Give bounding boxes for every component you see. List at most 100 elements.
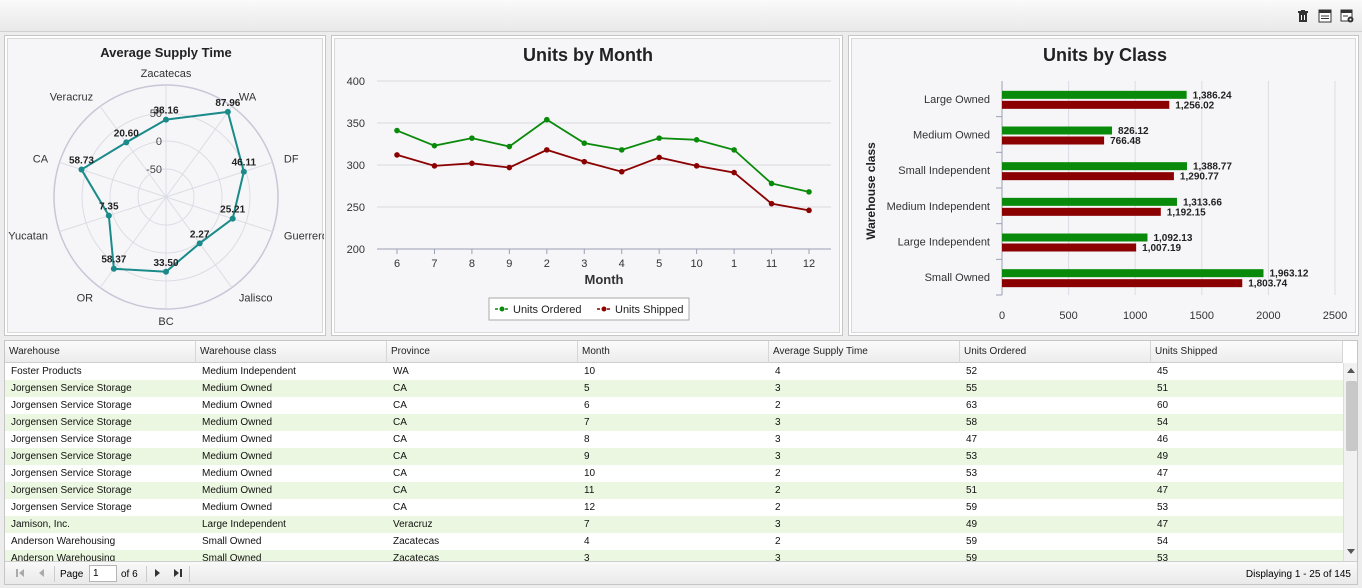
column-header[interactable]: Warehouse (5, 341, 196, 363)
page-label: Page (60, 569, 84, 580)
bar-x-tick-label: 1000 (1123, 310, 1147, 322)
column-header[interactable]: Average Supply Time (769, 341, 960, 363)
table-cell: 6 (584, 400, 590, 411)
line-point (768, 180, 775, 187)
table-cell: Jorgensen Service Storage (11, 451, 132, 462)
table-cell: Medium Owned (202, 451, 273, 462)
bar-x-tick-label: 1500 (1190, 310, 1214, 322)
table-row[interactable]: Jorgensen Service Storage Medium Owned CA 7… (5, 414, 1343, 431)
column-header[interactable]: Month (578, 341, 769, 363)
line-y-tick-label: 300 (347, 160, 365, 172)
bar-ordered (1002, 197, 1177, 206)
table-cell: Medium Independent (202, 366, 296, 377)
table-row[interactable]: Jorgensen Service Storage Medium Owned CA 1… (5, 482, 1343, 499)
line-x-tick-label: 11 (766, 258, 777, 270)
table-cell: Medium Owned (202, 468, 273, 479)
table-cell: 11 (584, 485, 595, 496)
table-cell: Zacatecas (393, 536, 440, 547)
column-header[interactable]: Units Ordered (960, 341, 1151, 363)
table-row[interactable]: Jorgensen Service Storage Medium Owned CA 6… (5, 397, 1343, 414)
page-number-input[interactable] (89, 565, 117, 582)
radar-point (123, 139, 130, 146)
line-x-tick-label: 10 (691, 258, 703, 270)
bar-ordered (1002, 90, 1187, 99)
table-row[interactable]: Jorgensen Service Storage Medium Owned CA 9… (5, 448, 1343, 465)
table-cell: Jorgensen Service Storage (11, 400, 132, 411)
bar-category-label: Small Owned (925, 272, 990, 284)
table-cell: 53 (966, 468, 978, 479)
table-cell: 53 (1157, 553, 1169, 561)
table-cell: 5 (584, 383, 590, 394)
table-cell: 49 (1157, 451, 1169, 462)
table-cell: 12 (584, 502, 596, 513)
table-row[interactable]: Jorgensen Service Storage Medium Owned CA 5… (5, 380, 1343, 397)
table-cell: 10 (584, 468, 596, 479)
first-page-icon[interactable] (15, 568, 25, 581)
table-cell: 2 (775, 468, 781, 479)
bar-data-label: 766.48 (1110, 136, 1141, 147)
table-row[interactable]: Jamison, Inc. Large Independent Veracruz 7 3… (5, 516, 1343, 533)
bar-shipped (1002, 207, 1161, 216)
prev-page-icon[interactable] (37, 568, 47, 581)
pager-divider (189, 566, 190, 582)
bar-data-label: 1,256.02 (1175, 100, 1214, 111)
table-cell: CA (393, 400, 407, 411)
table-cell: 58 (966, 417, 978, 428)
table-row[interactable]: Jorgensen Service Storage Medium Owned CA 1… (5, 465, 1343, 482)
bar-chart: Units by Class Warehouse class 0 500 1000 1… (864, 45, 1347, 322)
table-cell: CA (393, 417, 407, 428)
line-x-tick-label: 6 (394, 258, 400, 270)
vertical-scrollbar[interactable] (1343, 363, 1357, 561)
table-cell: 47 (1157, 519, 1169, 530)
export-grid-icon[interactable] (1318, 9, 1332, 23)
table-row[interactable]: Jorgensen Service Storage Medium Owned CA 1… (5, 499, 1343, 516)
scroll-down-icon[interactable] (1347, 549, 1355, 554)
table-cell: 3 (775, 553, 781, 561)
table-cell: CA (393, 434, 407, 445)
table-cell: Jorgensen Service Storage (11, 383, 132, 394)
table-cell: Jorgensen Service Storage (11, 485, 132, 496)
table-row[interactable]: Anderson Warehousing Small Owned Zacatecas… (5, 533, 1343, 550)
line-x-tick-label: 5 (656, 258, 662, 270)
table-row[interactable]: Jorgensen Service Storage Medium Owned CA 8… (5, 431, 1343, 448)
table-cell: 9 (584, 451, 590, 462)
grid-body: Foster Products Medium Independent WA 10 4 52… (5, 363, 1343, 561)
page-count: of 6 (121, 569, 138, 580)
table-cell: 3 (584, 553, 590, 561)
line-point (693, 137, 700, 143)
last-page-icon[interactable] (173, 568, 183, 581)
settings-grid-icon[interactable] (1340, 9, 1354, 23)
scrollbar-thumb[interactable] (1346, 381, 1357, 451)
table-cell: 59 (966, 502, 978, 513)
table-cell: 49 (966, 519, 978, 530)
line-title: Units by Month (523, 45, 653, 65)
next-page-icon[interactable] (152, 568, 162, 581)
line-x-tick-label: 7 (431, 258, 437, 270)
radar-panel: Average Supply Time Zacatecas WA DF Guerrer… (4, 35, 328, 336)
column-header[interactable]: Province (387, 341, 578, 363)
data-grid: Warehouse Warehouse class Province Month Ave… (4, 340, 1358, 585)
table-row[interactable]: Anderson Warehousing Small Owned Zacatecas… (5, 550, 1343, 561)
table-row[interactable]: Foster Products Medium Independent WA 10 4 52… (5, 363, 1343, 380)
line-point (469, 135, 475, 141)
table-cell: 54 (1157, 536, 1169, 547)
column-header[interactable]: Warehouse class (196, 341, 387, 363)
bar-shipped (1002, 279, 1243, 288)
table-cell: 47 (1157, 468, 1169, 479)
trash-icon[interactable] (1296, 9, 1310, 23)
scroll-up-icon[interactable] (1347, 368, 1355, 373)
line-x-tick-label: 9 (506, 258, 512, 270)
radar-axis-label: Jalisco (239, 292, 273, 304)
bar-ylabel: Warehouse class (864, 142, 878, 240)
pager-divider (54, 566, 55, 582)
line-y-tick-label: 250 (347, 202, 365, 214)
radar-axis-label: BC (158, 316, 173, 328)
line-x-tick-label: 2 (544, 258, 550, 270)
radar-data-label: 58.73 (69, 156, 94, 167)
bar-x-tick-label: 2000 (1256, 310, 1280, 322)
display-info: Displaying 1 - 25 of 145 (1245, 569, 1351, 580)
column-header[interactable]: Units Shipped (1151, 341, 1343, 363)
table-cell: Jorgensen Service Storage (11, 502, 132, 513)
table-cell: CA (393, 451, 407, 462)
table-cell: Medium Owned (202, 417, 273, 428)
